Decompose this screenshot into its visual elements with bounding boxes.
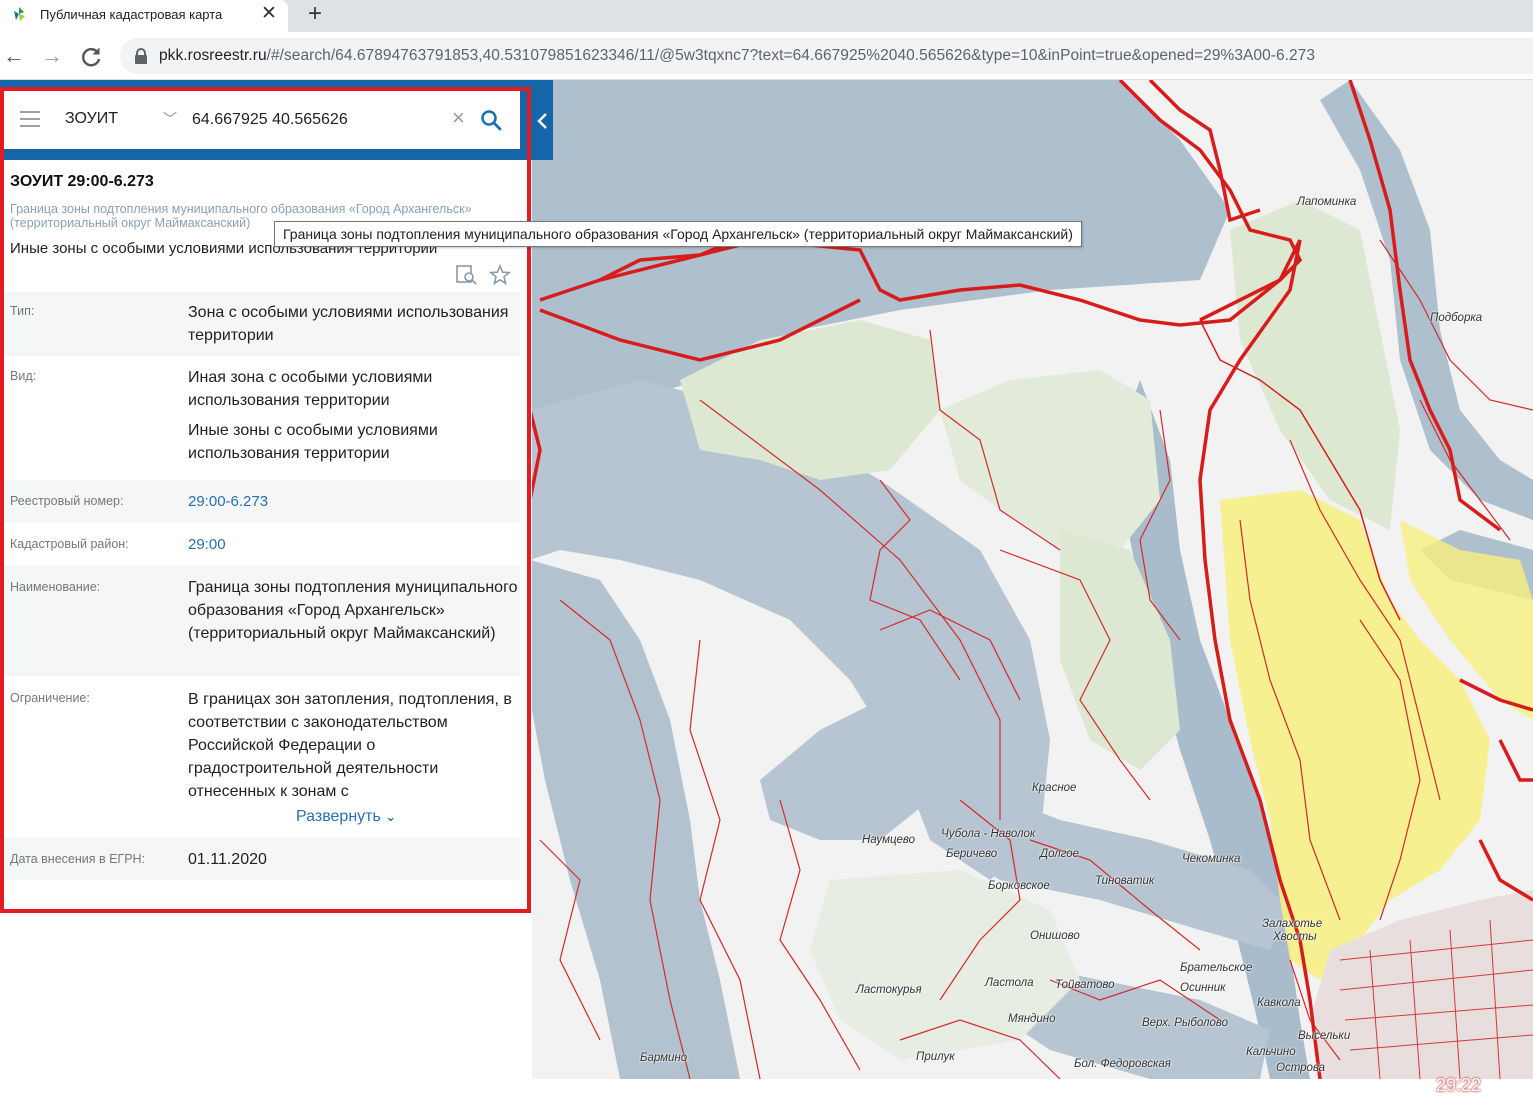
expand-label: Развернуть <box>296 808 381 825</box>
clear-icon[interactable]: × <box>452 107 465 129</box>
place-label: Подборка <box>1430 312 1483 324</box>
search-bar: ЗОУИТ ﹀ × <box>0 80 553 160</box>
tab-title: Публичная кадастровая карта <box>40 7 223 22</box>
reload-icon[interactable] <box>80 45 104 69</box>
lock-icon <box>135 48 147 64</box>
object-title: ЗОУИТ 29:00-6.273 <box>10 173 154 190</box>
attr-value-secondary: Иные зоны с особыми условиями использова… <box>188 422 438 462</box>
place-label: Кавкола <box>1257 997 1301 1009</box>
search-box: ЗОУИТ ﹀ × <box>0 91 520 149</box>
place-label: Долгое <box>1040 848 1080 860</box>
place-label: Высельки <box>1298 1030 1351 1042</box>
place-label: Борковское <box>988 880 1050 892</box>
layer-select[interactable]: ЗОУИТ <box>65 110 118 128</box>
place-label: Чубола - Наволок <box>941 828 1036 840</box>
place-label: Осинник <box>1180 982 1226 994</box>
attr-row-name: Наименование: Граница зоны подтопления м… <box>0 566 520 676</box>
place-label: Лапоминка <box>1297 196 1357 208</box>
attr-row-kind: Вид: Иная зона с особыми условиями испол… <box>0 357 520 479</box>
attr-label: Реестровый номер: <box>10 494 124 508</box>
attr-value: Иная зона с особыми условиями использова… <box>188 369 433 409</box>
collapse-panel-icon[interactable] <box>534 110 552 132</box>
attr-value: 01.11.2020 <box>188 851 267 868</box>
attr-label: Наименование: <box>10 580 101 594</box>
menu-icon[interactable] <box>20 111 40 127</box>
attr-label: Ограничение: <box>10 691 90 705</box>
url-host: pkk.rosreestr.ru <box>159 47 267 64</box>
attr-label: Кадастровый район: <box>10 537 129 551</box>
place-label: Тойватово <box>1055 979 1115 991</box>
attr-label: Тип: <box>10 304 35 318</box>
place-label: Брательское <box>1180 962 1253 974</box>
cadastral-district-link[interactable]: 29:00 <box>188 533 518 556</box>
attr-value: В границах зон затопления, подтопления, … <box>188 691 512 800</box>
place-label: Хвосты <box>1273 931 1317 943</box>
tab-close-icon[interactable]: ✕ <box>259 4 279 24</box>
url-text: pkk.rosreestr.ru/#/search/64.67894763791… <box>159 47 1315 65</box>
place-label: Ластокурья <box>856 984 922 996</box>
zoom-to-object-icon[interactable] <box>455 264 479 286</box>
chevron-down-icon[interactable]: ﹀ <box>163 109 177 129</box>
place-label: Чекоминка <box>1182 853 1241 865</box>
tooltip: Граница зоны подтопления муниципального … <box>274 221 1082 247</box>
registry-number-link[interactable]: 29:00-6.273 <box>188 490 518 513</box>
place-label: Ластола <box>985 977 1034 989</box>
new-tab-icon[interactable]: + <box>304 2 326 26</box>
place-label: Бол. Федоровская <box>1074 1058 1171 1070</box>
attr-row-cadastral-district: Кадастровый район: 29:00 <box>0 523 520 565</box>
object-actions <box>455 264 515 288</box>
place-label: Верх. Рыболово <box>1142 1017 1228 1029</box>
expand-link[interactable]: Развернуть ⌄ <box>296 808 396 826</box>
url-path: /#/search/64.67894763791853,40.531079851… <box>266 47 1315 64</box>
browser-tab[interactable]: Публичная кадастровая карта ✕ <box>0 0 288 32</box>
attr-value: Граница зоны подтопления муниципального … <box>188 579 518 642</box>
attr-row-restriction: Ограничение: В границах зон затопления, … <box>0 677 520 837</box>
place-label: Беричево <box>946 848 998 860</box>
attr-label: Дата внесения в ЕГРН: <box>10 852 146 866</box>
place-label: Прилук <box>916 1051 955 1063</box>
browser-tab-bar: Публичная кадастровая карта ✕ + <box>0 0 1533 32</box>
search-icon[interactable] <box>480 109 502 131</box>
address-bar[interactable]: pkk.rosreestr.ru/#/search/64.67894763791… <box>120 38 1533 74</box>
attr-row-type: Тип: Зона с особыми условиями использова… <box>0 292 520 356</box>
forward-arrow-icon[interactable]: → <box>40 44 64 68</box>
place-label: Наумцево <box>862 834 916 846</box>
favorite-star-icon[interactable] <box>489 264 511 286</box>
back-arrow-icon[interactable]: ← <box>2 44 26 68</box>
place-label: Онишово <box>1030 930 1080 942</box>
attr-row-registry-number: Реестровый номер: 29:00-6.273 <box>0 480 520 522</box>
search-input[interactable] <box>192 106 442 134</box>
attr-row-egrn-date: Дата внесения в ЕГРН: 01.11.2020 <box>0 838 520 880</box>
rosreestr-favicon-icon <box>14 7 25 21</box>
place-label: Бармино <box>640 1052 688 1064</box>
place-label: Красное <box>1032 782 1077 794</box>
place-label: Острова <box>1276 1062 1326 1074</box>
attr-value: Зона с особыми условиями использования т… <box>188 304 509 344</box>
cadastral-sheet-number: 29:22 <box>1436 1075 1482 1095</box>
place-label: Тиноватик <box>1095 875 1155 887</box>
place-label: Кальчино <box>1246 1046 1296 1058</box>
attr-label: Вид: <box>10 369 37 383</box>
browser-toolbar: ← → pkk.rosreestr.ru/#/search/64.6789476… <box>0 32 1533 80</box>
place-label: Залахотье <box>1262 918 1323 930</box>
place-label: Мяндино <box>1008 1013 1056 1025</box>
chevron-down-icon: ⌄ <box>385 809 397 824</box>
